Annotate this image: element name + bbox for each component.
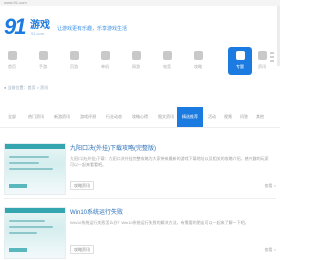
thumb-header (5, 208, 65, 213)
news-icon (257, 51, 267, 60)
browser-top-strip (0, 0, 280, 6)
logo-subtext: 91.com (31, 31, 45, 36)
article-title[interactable]: Win10系统运行失败 (70, 207, 123, 216)
home-icon (7, 51, 17, 60)
tab-1[interactable]: 热门资讯 (24, 110, 48, 124)
thumb-line (9, 232, 37, 234)
tab-0[interactable]: 全部 (2, 110, 22, 124)
thumb-header (5, 144, 65, 149)
article-summary: 九阳口决(外挂)下载：九阳口决外挂完整攻略为大家带来最新的游戏下载地址以及相关的… (70, 156, 269, 167)
nav-label: 首页 (8, 64, 16, 69)
nav-item-3[interactable]: 单机 (93, 47, 117, 77)
nav-label: 手游 (39, 64, 47, 69)
tab-10[interactable]: 视频 (221, 110, 235, 124)
globe-icon (69, 51, 79, 60)
tab-11[interactable]: 问答 (237, 110, 251, 124)
breadcrumb: ● 当前位置：首页 > 资讯 (4, 85, 49, 90)
tab-12[interactable]: 其他 (253, 110, 267, 124)
thumb-line (9, 168, 53, 170)
article-title[interactable]: 九阳口决(外挂)下载攻略(完整版) (70, 143, 156, 152)
phone-icon (38, 51, 48, 60)
nav-label: 攻略 (194, 64, 202, 69)
logo-number: 91 (4, 14, 27, 39)
article-summary: Win10系统运行失败怎么办？Win10系统运行失败的解决方法，有需要的朋友可以… (70, 220, 249, 225)
site-logo[interactable]: 91 游戏 91.com (4, 14, 56, 42)
nav-item-6[interactable]: 攻略 (186, 47, 210, 77)
tab-2[interactable]: 新游资讯 (50, 110, 74, 124)
tab-5[interactable]: 攻略心得 (128, 110, 152, 124)
thumb-line (9, 162, 39, 164)
nav-item-1[interactable]: 手游 (31, 47, 55, 77)
nav-label: 单机 (101, 64, 109, 69)
article-item[interactable]: Win10系统运行失败 Win10系统运行失败怎么办？Win10系统运行失败的解… (4, 207, 276, 259)
thumb-line (9, 226, 53, 228)
tab-9[interactable]: 活动 (205, 110, 219, 124)
thumb-button (9, 248, 27, 252)
article-thumbnail[interactable] (4, 143, 66, 195)
book-icon (193, 51, 203, 60)
logo-text: 游戏 (30, 20, 50, 31)
article-tag[interactable]: 攻略资讯 (70, 181, 94, 190)
tab-active[interactable]: 精选推荐 (177, 107, 203, 127)
read-more-link[interactable]: 查看 > (265, 247, 276, 253)
main-nav: 首页 手游 页游 单机 网游 电竞 攻略 专题 资讯 (0, 47, 280, 77)
read-more-link[interactable]: 查看 > (265, 183, 276, 189)
gamepad-icon (131, 51, 141, 60)
divider (4, 198, 276, 199)
nav-label: 资讯 (258, 64, 266, 69)
tab-3[interactable]: 游戏评测 (76, 110, 100, 124)
article-item[interactable]: 九阳口决(外挂)下载攻略(完整版) 九阳口决(外挂)下载：九阳口决外挂完整攻略为… (4, 143, 276, 195)
category-tabs: 全部 热门资讯 新游资讯 游戏评测 行业动态 攻略心得 图文资讯 精选推荐 活动… (0, 107, 280, 128)
scroll-dots (270, 52, 274, 64)
monitor-icon (100, 51, 110, 60)
nav-item-active[interactable]: 专题 (228, 47, 252, 77)
nav-label: 电竞 (163, 64, 171, 69)
tab-6[interactable]: 图文资讯 (154, 110, 178, 124)
article-thumbnail[interactable] (4, 207, 66, 259)
nav-item-5[interactable]: 电竞 (155, 47, 179, 77)
thumb-line (9, 220, 45, 222)
top-url: www.91.com (4, 0, 27, 5)
nav-item-4[interactable]: 网游 (124, 47, 148, 77)
nav-item-2[interactable]: 页游 (62, 47, 86, 77)
star-icon (235, 51, 245, 60)
tab-4[interactable]: 行业动态 (102, 110, 126, 124)
nav-label: 页游 (70, 64, 78, 69)
article-tag[interactable]: 攻略资讯 (70, 245, 94, 254)
nav-item-0[interactable]: 首页 (0, 47, 24, 77)
nav-label: 专题 (236, 64, 244, 69)
nav-label: 网游 (132, 64, 140, 69)
thumb-button (9, 184, 27, 188)
thumb-line (9, 156, 49, 158)
trophy-icon (162, 51, 172, 60)
slogan: 让游戏更有乐趣，乐享游戏生活 (57, 26, 128, 32)
